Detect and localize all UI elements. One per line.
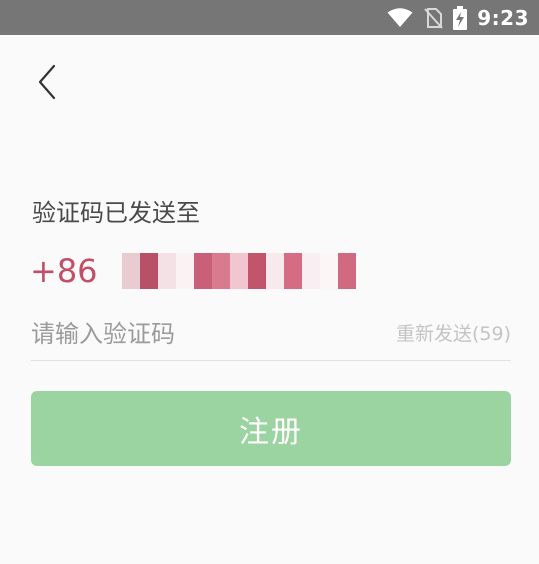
status-time: 9:23 (477, 5, 529, 30)
phone-number: +86 (30, 250, 356, 292)
resend-code-button[interactable]: 重新发送(59) (396, 319, 511, 346)
status-icons: 9:23 (387, 0, 529, 35)
verification-code-row: 重新发送(59) (31, 310, 511, 361)
battery-charging-icon (453, 5, 468, 30)
register-button[interactable]: 注册 (31, 391, 511, 466)
no-sim-icon (424, 7, 443, 29)
status-bar: 9:23 (0, 0, 539, 35)
phone-number-mask (121, 253, 356, 289)
country-code: +86 (30, 252, 98, 290)
verification-code-input[interactable] (31, 310, 371, 358)
back-button[interactable] (34, 64, 60, 100)
chevron-left-icon (38, 64, 56, 100)
page-title: 验证码已发送至 (32, 199, 200, 227)
wifi-icon (387, 7, 413, 27)
